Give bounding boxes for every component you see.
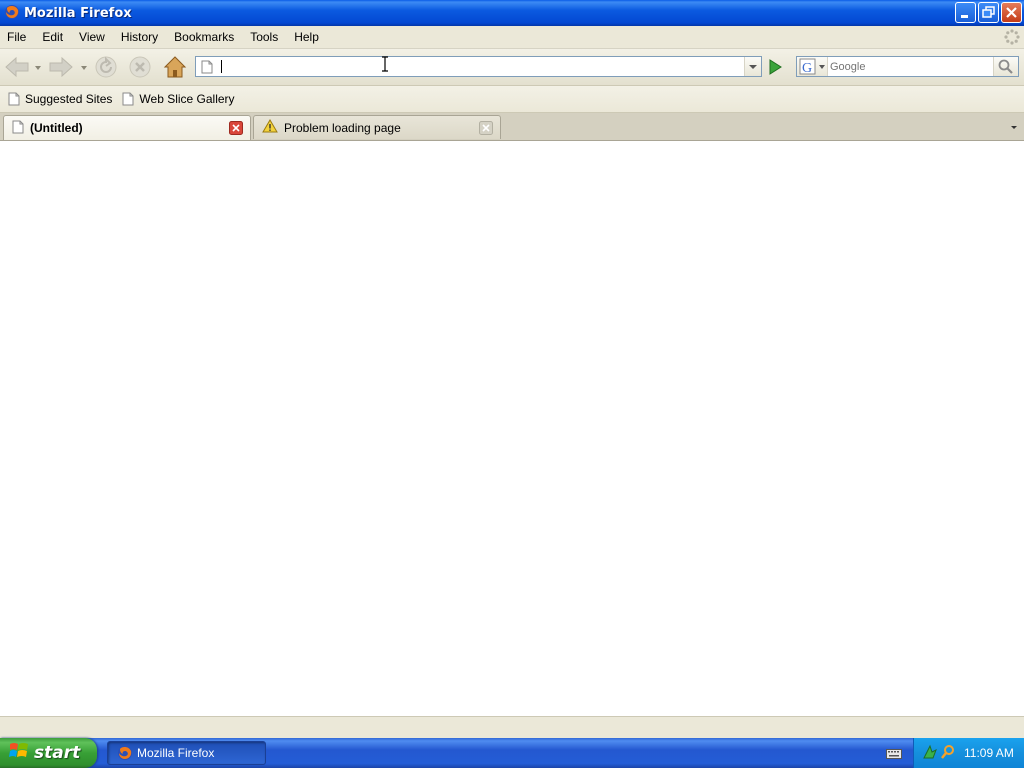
url-input[interactable]	[218, 58, 738, 75]
tab-strip: (Untitled) Problem loading page	[0, 113, 1024, 141]
tab-untitled[interactable]: (Untitled)	[3, 115, 251, 140]
forward-history-dropdown-icon[interactable]	[80, 62, 88, 75]
forward-icon[interactable]	[48, 55, 74, 82]
menu-help[interactable]: Help	[286, 30, 327, 44]
menu-file[interactable]: File	[0, 30, 34, 44]
stop-icon[interactable]	[128, 55, 152, 82]
page-content[interactable]	[0, 56, 1024, 716]
window-title: Mozilla Firefox	[24, 5, 132, 21]
network-icon[interactable]	[922, 744, 938, 763]
bookmarks-toolbar: Suggested Sites Web Slice Gallery	[0, 86, 1024, 113]
search-bar[interactable]: G	[796, 56, 1019, 77]
back-icon[interactable]	[4, 55, 30, 82]
search-tray-icon[interactable]	[940, 744, 956, 763]
search-engine-selector[interactable]: G	[797, 57, 828, 76]
reload-icon[interactable]	[94, 55, 118, 82]
search-input[interactable]	[830, 58, 990, 75]
tab-list-dropdown-icon[interactable]	[1006, 117, 1022, 137]
taskbar-firefox-button[interactable]: Mozilla Firefox	[107, 741, 266, 765]
page-icon	[201, 60, 213, 77]
menu-edit[interactable]: Edit	[34, 30, 71, 44]
clock: 11:09 AM	[964, 746, 1014, 760]
taskbar-firefox-label: Mozilla Firefox	[137, 746, 215, 760]
tab-close-icon[interactable]	[479, 121, 493, 138]
menu-view[interactable]: View	[71, 30, 113, 44]
bookmark-label: Web Slice Gallery	[139, 92, 235, 106]
windows-logo-icon	[9, 741, 29, 766]
bookmark-web-slice-gallery[interactable]: Web Slice Gallery	[122, 92, 235, 106]
bookmark-suggested-sites[interactable]: Suggested Sites	[8, 92, 112, 106]
firefox-icon	[118, 746, 132, 760]
close-button[interactable]	[1001, 2, 1022, 23]
restore-button[interactable]	[978, 2, 999, 23]
page-icon	[122, 92, 134, 106]
text-cursor-icon	[380, 56, 390, 75]
search-button[interactable]	[993, 57, 1018, 76]
home-icon[interactable]	[162, 54, 188, 83]
go-button[interactable]	[765, 57, 785, 80]
tab-problem-loading-page[interactable]: Problem loading page	[253, 115, 501, 139]
menu-history[interactable]: History	[113, 30, 166, 44]
back-history-dropdown-icon[interactable]	[34, 62, 42, 75]
warning-icon	[262, 119, 278, 136]
throbber-icon	[1004, 29, 1020, 48]
keyboard-language-icon[interactable]	[886, 749, 902, 762]
status-bar	[0, 716, 1024, 739]
minimize-button[interactable]	[955, 2, 976, 23]
system-tray: 11:09 AM	[913, 738, 1024, 768]
start-label: start	[34, 743, 81, 763]
url-caret	[221, 60, 222, 73]
url-bar[interactable]	[195, 56, 762, 77]
menu-bar: File Edit View History Bookmarks Tools H…	[0, 26, 1024, 49]
menu-tools[interactable]: Tools	[242, 30, 286, 44]
menu-bookmarks[interactable]: Bookmarks	[166, 30, 242, 44]
page-icon	[8, 92, 20, 106]
tab-close-icon[interactable]	[229, 121, 243, 138]
url-history-dropdown[interactable]	[744, 57, 761, 76]
start-button[interactable]: start	[0, 738, 97, 768]
tab-label: (Untitled)	[30, 121, 83, 135]
title-bar[interactable]: Mozilla Firefox	[0, 0, 1024, 26]
taskbar: start Mozilla Firefox 11:09 AM	[0, 738, 1024, 768]
firefox-logo-icon	[4, 4, 20, 23]
bookmark-label: Suggested Sites	[25, 92, 113, 106]
google-engine-icon: G	[802, 61, 812, 76]
page-icon	[12, 120, 24, 137]
tab-label: Problem loading page	[284, 120, 401, 135]
